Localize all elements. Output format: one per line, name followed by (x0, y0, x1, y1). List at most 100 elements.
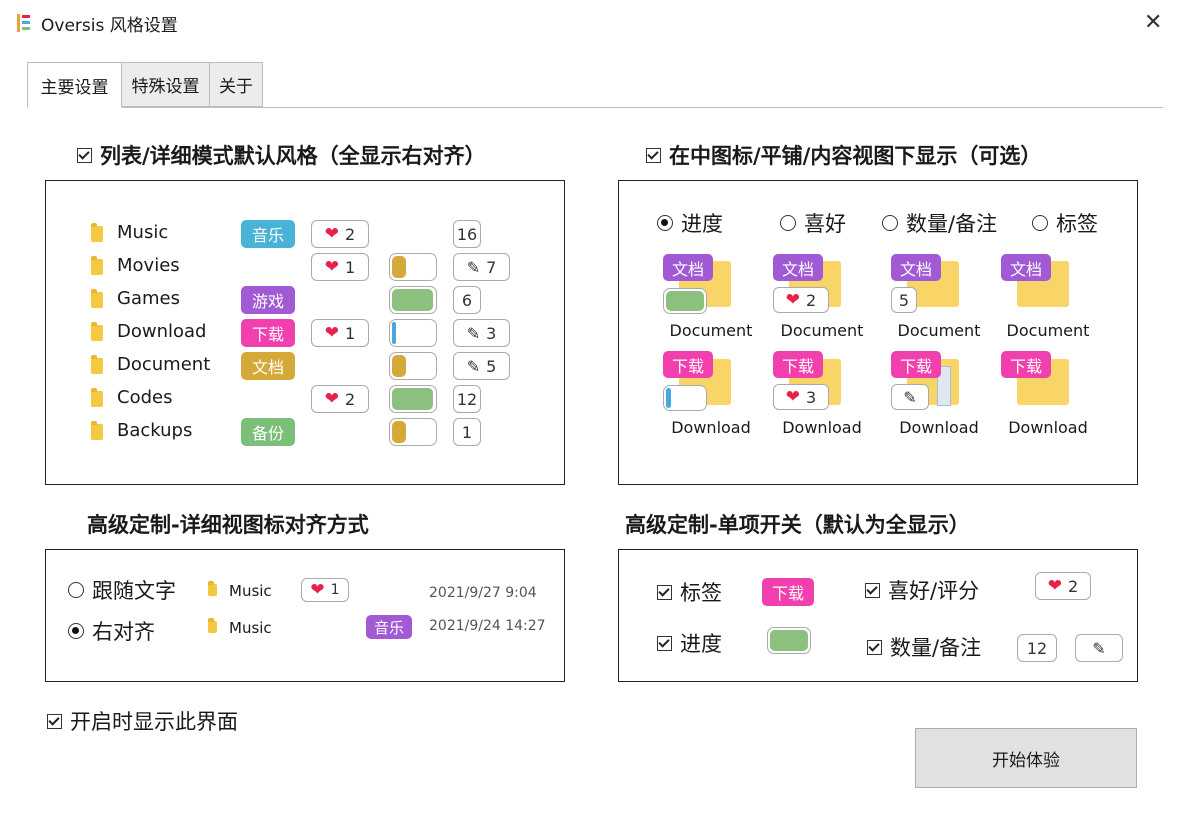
tab-main-settings[interactable]: 主要设置 (27, 62, 122, 108)
rating-value: 1 (345, 323, 356, 343)
option-label: 进度 (681, 212, 723, 236)
radio-progress[interactable] (657, 215, 673, 231)
toggle-label: 数量/备注 (890, 636, 982, 660)
show-on-start-checkbox[interactable] (47, 713, 62, 729)
rating-value: 2 (345, 224, 356, 244)
count-value: 5 (486, 356, 497, 376)
align-preview-panel: 跟随文字 Music ❤ 1 2021/9/27 9:04 右对齐 Music 音… (45, 549, 565, 682)
count-badge: 16 (453, 220, 481, 248)
heart-icon: ❤ (1047, 575, 1063, 596)
option-count-note[interactable]: 数量/备注 (882, 208, 997, 238)
option-right-align[interactable]: 右对齐 (68, 616, 155, 646)
pencil-icon: ✎ (903, 387, 917, 407)
pencil-icon: ✎ (466, 356, 481, 376)
toggle-tag[interactable]: 标签 (657, 577, 722, 607)
toggle-label: 喜好/评分 (888, 579, 980, 603)
favorite-checkbox[interactable] (865, 582, 880, 598)
list-preview-panel: Music 音乐 ❤ 2 16 Movies ❤ 1 ✎ 7 Games 游戏 6 Download 下载 ❤… (45, 180, 565, 485)
tag-download: 下载 (1001, 351, 1051, 378)
count-badge: 6 (453, 286, 481, 314)
tab-label: 主要设置 (40, 77, 109, 98)
progress-bar (663, 288, 707, 314)
radio-follow-text[interactable] (68, 582, 84, 598)
tag-download: 下载 (663, 351, 713, 378)
progress-bar (767, 627, 811, 654)
toggle-count-note[interactable]: 数量/备注 (867, 632, 981, 662)
note-badge: ✎ (1075, 634, 1123, 662)
option-favorite[interactable]: 喜好 (780, 208, 846, 238)
rating-badge: ❤ 1 (311, 319, 369, 347)
pencil-icon: ✎ (466, 323, 481, 343)
heart-icon: ❤ (785, 386, 801, 407)
folder-icon (91, 256, 103, 275)
tag-badge: 备份 (241, 418, 295, 446)
tag-badge: 文档 (241, 352, 295, 380)
count-badge: 12 (453, 385, 481, 413)
count-note-badge: ✎ 7 (453, 253, 510, 281)
option-tag[interactable]: 标签 (1032, 208, 1098, 238)
tab-special-settings[interactable]: 特殊设置 (121, 62, 210, 107)
note-badge: ✎ (891, 384, 929, 410)
item-name: Download (782, 418, 862, 437)
rating-value: 1 (330, 582, 340, 598)
rating-value: 2 (345, 389, 356, 409)
progress-bar (389, 319, 437, 347)
tag-download: 下载 (762, 578, 814, 606)
toggle-progress[interactable]: 进度 (657, 628, 722, 658)
heart-icon: ❤ (310, 579, 325, 600)
progress-bar (663, 385, 707, 411)
icon-view-checkbox[interactable] (646, 147, 661, 163)
folder-icon (91, 355, 103, 374)
folder-name: Codes (117, 387, 173, 408)
list-style-title: 列表/详细模式默认风格（全显示右对齐） (100, 144, 486, 168)
count-value: 3 (486, 323, 497, 343)
folder-name: Music (117, 222, 169, 243)
toggle-heading: 高级定制-单项开关（默认为全显示） (625, 513, 970, 537)
count-badge: 5 (891, 287, 917, 313)
show-on-start-toggle[interactable]: 开启时显示此界面 (47, 706, 238, 736)
tab-about[interactable]: 关于 (209, 62, 263, 107)
list-style-checkbox[interactable] (77, 147, 92, 163)
count-badge: 12 (1017, 634, 1057, 662)
tag-checkbox[interactable] (657, 584, 672, 600)
close-icon[interactable]: ✕ (1144, 10, 1162, 35)
folder-icon (91, 388, 103, 407)
item-name: Document (669, 321, 753, 340)
option-label: 数量/备注 (906, 212, 998, 236)
folder-name: Backups (117, 420, 193, 441)
item-name: Document (897, 321, 981, 340)
folder-icon (91, 421, 103, 440)
radio-count-note[interactable] (882, 215, 898, 231)
option-follow-text[interactable]: 跟随文字 (68, 575, 176, 605)
count-value: 1 (461, 422, 473, 442)
tag-download: 下载 (891, 351, 941, 378)
count-checkbox[interactable] (867, 639, 882, 655)
option-progress[interactable]: 进度 (657, 208, 723, 238)
progress-bar (389, 352, 437, 380)
tag-document: 文档 (891, 254, 941, 281)
radio-right-align[interactable] (68, 623, 84, 639)
tab-divider (27, 107, 1163, 108)
rating-badge: ❤ 2 (311, 385, 369, 413)
folder-icon (91, 322, 103, 341)
item-name: Download (899, 418, 979, 437)
pencil-icon: ✎ (1092, 638, 1106, 658)
start-button[interactable]: 开始体验 (915, 728, 1137, 788)
progress-checkbox[interactable] (657, 635, 672, 651)
item-name: Download (671, 418, 751, 437)
list-style-heading: 列表/详细模式默认风格（全显示右对齐） (77, 140, 486, 170)
rating-value: 3 (806, 387, 817, 407)
progress-bar (389, 418, 437, 446)
tag-badge: 下载 (241, 319, 295, 347)
radio-tag[interactable] (1032, 215, 1048, 231)
icon-preview-panel: 进度 喜好 数量/备注 标签 文档 Document 文档 ❤ 2 Documen… (618, 180, 1138, 485)
toggle-favorite[interactable]: 喜好/评分 (865, 575, 979, 605)
progress-bar (389, 385, 437, 413)
option-label: 喜好 (804, 212, 846, 236)
radio-favorite[interactable] (780, 215, 796, 231)
tab-label: 特殊设置 (131, 77, 200, 97)
tag-download: 下载 (773, 351, 823, 378)
folder-name: Games (117, 288, 180, 309)
icon-view-title: 在中图标/平铺/内容视图下显示（可选） (669, 144, 1042, 168)
tab-label: 关于 (219, 77, 253, 97)
